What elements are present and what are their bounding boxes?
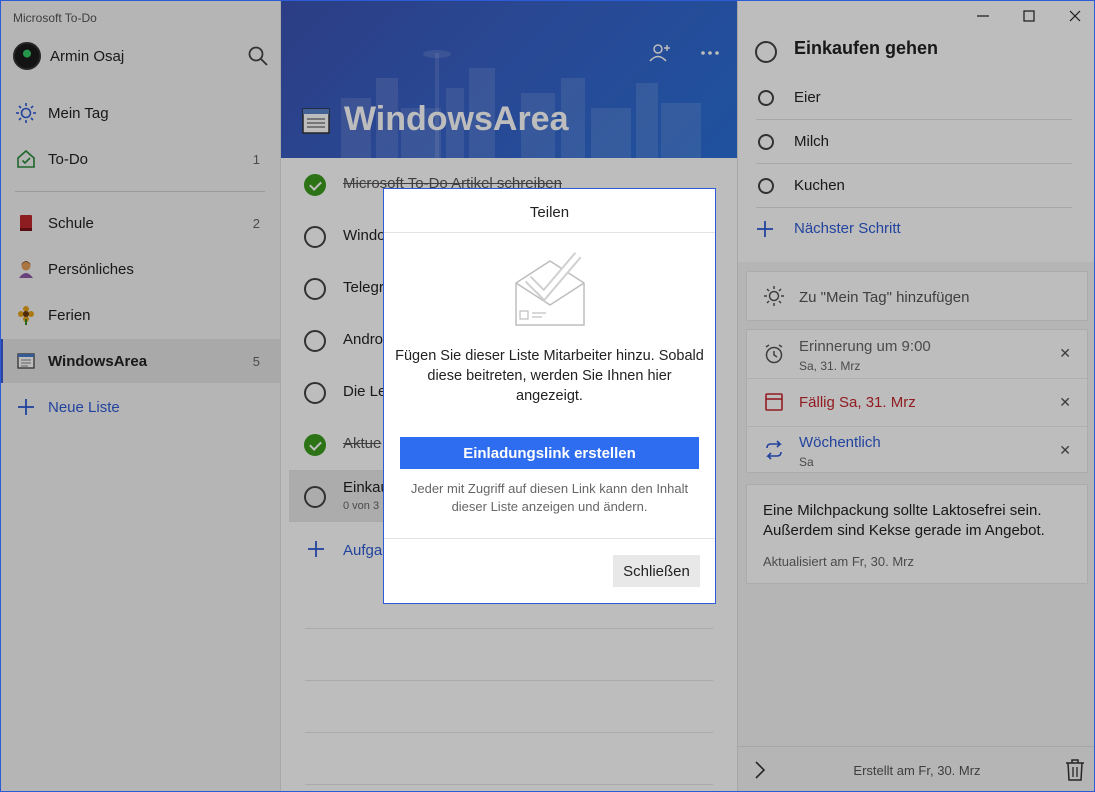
dialog-divider xyxy=(384,232,715,233)
dialog-divider xyxy=(384,538,715,539)
dialog-message: Fügen Sie dieser Liste Mitarbeiter hinzu… xyxy=(395,348,704,404)
dialog-title: Teilen xyxy=(529,204,570,221)
share-dialog: Teilen Fügen Sie dieser Liste Mitarbeite… xyxy=(383,188,716,604)
create-invite-link-button[interactable]: Einladungslink erstellen xyxy=(400,437,699,469)
dialog-hint: Jeder mit Zugriff auf diesen Link kann d… xyxy=(410,481,689,514)
envelope-check-icon xyxy=(515,252,585,326)
close-button[interactable]: Schließen xyxy=(613,555,700,587)
